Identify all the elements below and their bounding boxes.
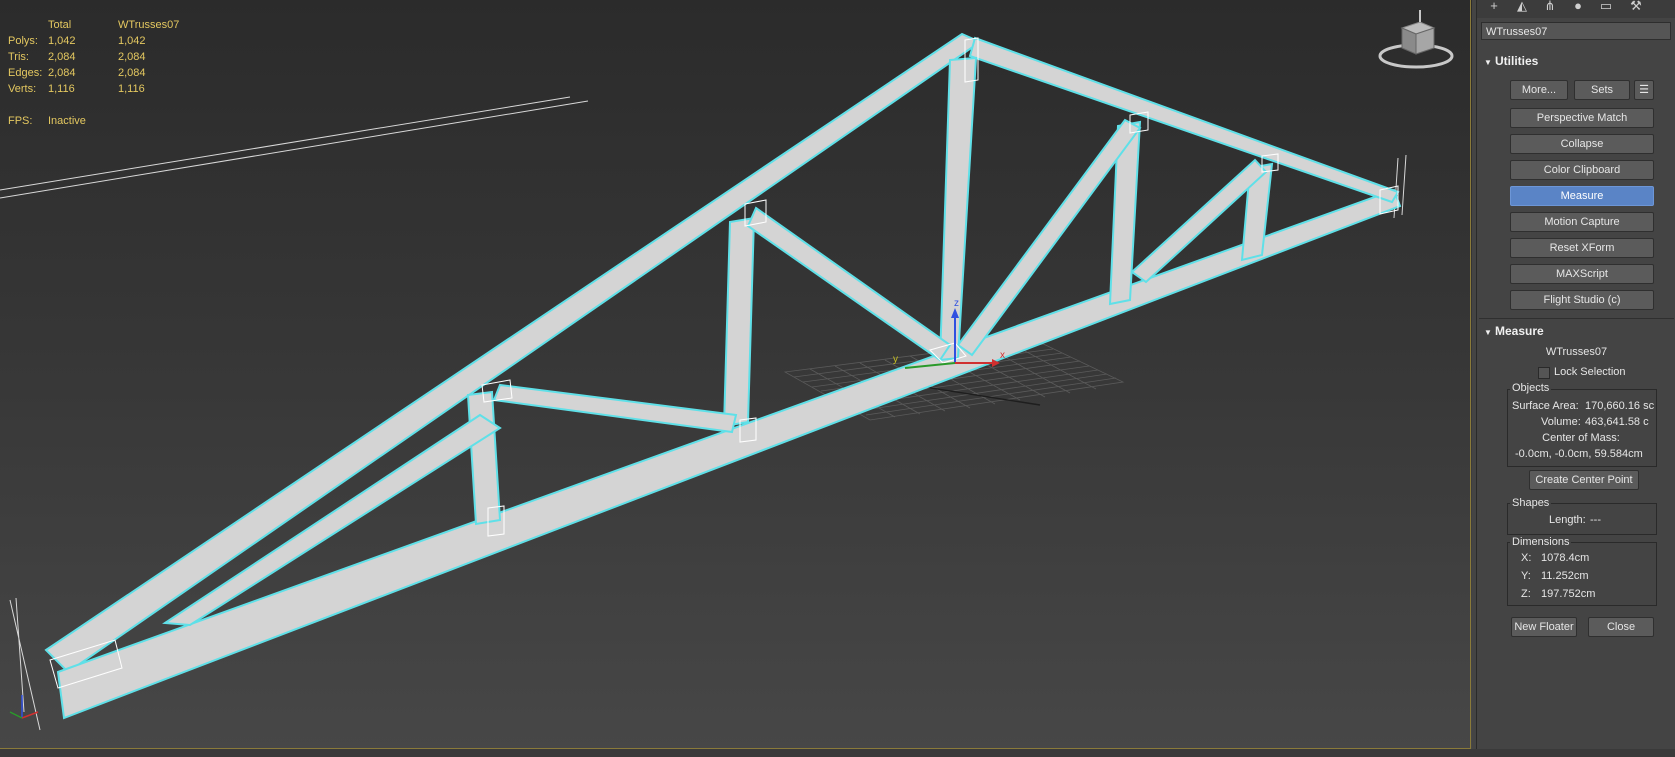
truss-plates: [49, 37, 1399, 689]
fps-value: Inactive: [48, 115, 86, 127]
stats-row-polys: Polys: 1,042 1,042: [8, 33, 208, 49]
motion-capture-button[interactable]: Motion Capture: [1510, 212, 1654, 232]
lock-selection-label: Lock Selection: [1554, 366, 1626, 378]
measure-title: Measure: [1495, 324, 1544, 338]
command-panel: + ◭ ⋔ ● ▭ ⚒ WTrusses07 ▼ Utilities More..…: [1476, 0, 1675, 749]
stats-total: 1,042: [48, 35, 76, 47]
color-clipboard-button[interactable]: Color Clipboard: [1510, 160, 1654, 180]
shapes-group-title: Shapes: [1510, 497, 1552, 509]
dimension-y-label: Y:: [1521, 570, 1531, 582]
perspective-match-button[interactable]: Perspective Match: [1510, 108, 1654, 128]
collapse-button[interactable]: Collapse: [1510, 134, 1654, 154]
measured-object-name: WTrusses07: [1545, 346, 1608, 358]
fps-readout: FPS: Inactive: [8, 113, 208, 129]
maxscript-button[interactable]: MAXScript: [1510, 264, 1654, 284]
stats-header-total: Total: [48, 19, 72, 31]
collapse-arrow-icon: ▼: [1484, 58, 1492, 67]
lock-selection-checkbox[interactable]: [1538, 367, 1550, 379]
surface-area-label: Surface Area:: [1512, 400, 1579, 412]
stats-label: Verts:: [8, 83, 37, 95]
stats-total: 2,084: [48, 67, 76, 79]
truss-model: [44, 32, 1402, 720]
dimension-x-value: 1078.4cm: [1541, 552, 1590, 564]
gizmo-z-label: z: [954, 298, 959, 309]
object-name-field[interactable]: WTrusses07: [1481, 22, 1671, 40]
gizmo-y-label: y: [893, 354, 898, 365]
command-panel-tabs: + ◭ ⋔ ● ▭ ⚒: [1477, 0, 1675, 18]
length-value: ---: [1590, 514, 1601, 526]
close-button[interactable]: Close: [1588, 617, 1654, 637]
modify-icon[interactable]: ◭: [1513, 0, 1531, 14]
volume-value: 463,641.58 c: [1585, 416, 1649, 428]
hierarchy-icon[interactable]: ⋔: [1541, 0, 1559, 14]
collapse-arrow-icon: ▼: [1484, 328, 1492, 337]
stats-row-verts: Verts: 1,116 1,116: [8, 81, 208, 97]
stats-header-blank: [8, 17, 48, 33]
utilities-icon[interactable]: ⚒: [1627, 0, 1645, 14]
center-of-mass-value: -0.0cm, -0.0cm, 59.584cm: [1515, 448, 1643, 460]
stats-selected: 2,084: [118, 67, 146, 79]
create-center-point-button[interactable]: Create Center Point: [1529, 470, 1639, 490]
surface-area-value: 170,660.16 sc: [1585, 400, 1655, 412]
stats-label: Edges:: [8, 67, 43, 79]
objects-group-title: Objects: [1510, 382, 1552, 394]
new-floater-button[interactable]: New Floater: [1511, 617, 1577, 637]
fps-label: FPS:: [8, 115, 33, 127]
viewport-scene: x y z: [0, 32, 1407, 731]
flight-studio-button[interactable]: Flight Studio (c): [1510, 290, 1654, 310]
stats-row-tris: Tris: 2,084 2,084: [8, 49, 208, 65]
display-icon[interactable]: ▭: [1597, 0, 1615, 14]
statistics-overlay: Total WTrusses07 Polys: 1,042 1,042 Tris…: [8, 17, 208, 129]
motion-icon[interactable]: ●: [1569, 0, 1587, 14]
length-label: Length:: [1549, 514, 1586, 526]
dimension-z-value: 197.752cm: [1541, 588, 1596, 600]
utilities-rollout-header[interactable]: ▼ Utilities: [1477, 52, 1675, 70]
perspective-viewport[interactable]: x y z Total WTrusses07 Polys: 1,042 1,04…: [0, 0, 1472, 749]
create-icon[interactable]: +: [1485, 0, 1503, 14]
dimension-y-value: 11.252cm: [1541, 570, 1589, 582]
stats-header-selected: WTrusses07: [118, 19, 180, 31]
measure-button[interactable]: Measure: [1510, 186, 1654, 206]
measure-rollout-header[interactable]: ▼ Measure: [1477, 322, 1675, 340]
sets-button[interactable]: Sets: [1574, 80, 1630, 100]
stats-label: Polys:: [8, 35, 38, 47]
viewcube-icon[interactable]: [1376, 10, 1456, 70]
stats-selected: 2,084: [118, 51, 146, 63]
reset-xform-button[interactable]: Reset XForm: [1510, 238, 1654, 258]
gizmo-x-label: x: [1000, 350, 1005, 361]
stats-total: 2,084: [48, 51, 76, 63]
rollout-divider: [1479, 318, 1674, 319]
stats-selected: 1,042: [118, 35, 146, 47]
utilities-title: Utilities: [1495, 54, 1539, 68]
center-of-mass-label: Center of Mass:: [1542, 432, 1620, 444]
configure-sets-icon[interactable]: ☰: [1634, 80, 1654, 100]
volume-label: Volume:: [1541, 416, 1581, 428]
stats-label: Tris:: [8, 51, 29, 63]
stats-row-edges: Edges: 2,084 2,084: [8, 65, 208, 81]
more-button[interactable]: More...: [1510, 80, 1568, 100]
stats-selected: 1,116: [118, 83, 145, 95]
dimension-z-label: Z:: [1521, 588, 1531, 600]
stats-total: 1,116: [48, 83, 75, 95]
dimensions-group-title: Dimensions: [1510, 536, 1572, 548]
bottom-status-strip: [0, 749, 1675, 757]
dimension-x-label: X:: [1521, 552, 1532, 564]
